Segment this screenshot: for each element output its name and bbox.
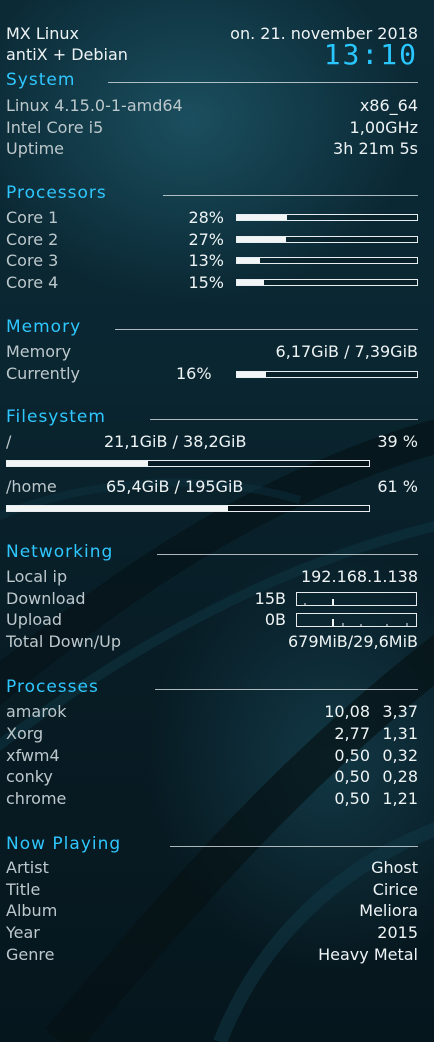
process-name: Xorg [6, 723, 44, 743]
local-ip-label: Local ip [6, 567, 68, 586]
now-playing-label: Artist [6, 858, 49, 877]
core-label: Core 3 [6, 251, 59, 271]
system-row-value: x86_64 [359, 96, 418, 115]
section-heading-processors: Processors [6, 183, 107, 203]
core-label: Core 4 [6, 273, 59, 293]
mount-usage: 21,1GiB / 38,2GiB [104, 432, 247, 451]
core-label: Core 1 [6, 208, 59, 227]
now-playing-value: Meliora [359, 901, 418, 921]
now-playing-label: Title [6, 879, 41, 899]
now-playing-value: Heavy Metal [318, 944, 418, 964]
process-mem: 1,31 [382, 723, 418, 743]
core-percent: 13% [188, 251, 224, 271]
clock: 13:10 [323, 38, 418, 71]
system-row-label: Uptime [6, 139, 65, 158]
upload-label: Upload [6, 610, 63, 629]
section-heading-filesystem: Filesystem [6, 407, 106, 427]
section-heading-networking: Networking [6, 542, 114, 562]
local-ip-value: 192.168.1.138 [300, 567, 418, 586]
system-row-value: 3h 21m 5s [333, 139, 418, 158]
process-mem: 0,32 [382, 745, 418, 765]
memory-value: 6,17GiB / 7,39GiB [275, 342, 418, 361]
mount-usage-bar [6, 460, 370, 467]
process-mem: 0,28 [382, 767, 418, 787]
divider [108, 82, 418, 83]
core-percent: 15% [188, 273, 224, 293]
total-value: 679MiB/29,6MiB [287, 632, 418, 651]
mount-percent: 39 % [377, 432, 418, 451]
system-row-label: Linux 4.15.0-1-amd64 [6, 96, 183, 115]
mount-usage: 65,4GiB / 195GiB [106, 477, 244, 496]
now-playing-label: Album [6, 901, 58, 921]
divider [170, 846, 418, 847]
process-mem: 3,37 [382, 702, 418, 721]
process-name: chrome [6, 789, 67, 809]
total-label: Total Down/Up [6, 632, 122, 651]
memory-current-label: Currently [6, 364, 81, 383]
section-heading-system: System [6, 70, 76, 90]
system-row-label: Intel Core i5 [6, 117, 104, 137]
now-playing-value: Ghost [371, 858, 418, 877]
process-name: xfwm4 [6, 745, 60, 765]
now-playing-label: Year [6, 923, 40, 943]
now-playing-value: Cirice [372, 879, 418, 899]
section-heading-processes: Processes [6, 677, 99, 697]
memory-label: Memory [6, 342, 72, 361]
mount-usage-bar [6, 505, 370, 512]
memory-current-pct: 16% [176, 364, 212, 383]
process-cpu: 0,50 [334, 745, 370, 765]
process-cpu: 2,77 [334, 723, 370, 743]
download-rate: 15B [254, 589, 286, 608]
core-percent: 27% [188, 229, 224, 249]
core-percent: 28% [188, 208, 224, 227]
system-row-value: 1,00GHz [349, 117, 418, 137]
mount-path: / [6, 432, 12, 451]
distro-base: antiX + Debian [6, 45, 128, 64]
section-heading-now-playing: Now Playing [6, 834, 122, 854]
core-label: Core 2 [6, 229, 59, 249]
core-usage-bar [236, 214, 418, 221]
distro-name: MX Linux [6, 24, 79, 43]
core-usage-bar [236, 279, 418, 287]
core-usage-bar [236, 235, 418, 243]
divider [115, 329, 418, 330]
core-usage-bar [236, 257, 418, 265]
mount-percent: 61 % [377, 477, 418, 496]
now-playing-value: 2015 [377, 923, 418, 943]
process-cpu: 10,08 [324, 702, 370, 721]
section-heading-memory: Memory [6, 317, 82, 337]
upload-graph [296, 613, 417, 627]
memory-usage-bar [236, 371, 418, 378]
upload-rate: 0B [264, 610, 286, 629]
divider [163, 195, 418, 196]
download-label: Download [6, 589, 86, 608]
divider [150, 419, 418, 420]
process-cpu: 0,50 [334, 789, 370, 809]
process-cpu: 0,50 [334, 767, 370, 787]
process-name: amarok [6, 702, 67, 721]
now-playing-label: Genre [6, 944, 55, 964]
mount-path: /home [6, 477, 57, 496]
process-mem: 1,21 [382, 789, 418, 809]
process-name: conky [6, 767, 53, 787]
divider [157, 554, 418, 555]
divider [155, 689, 418, 690]
download-graph [296, 592, 417, 606]
